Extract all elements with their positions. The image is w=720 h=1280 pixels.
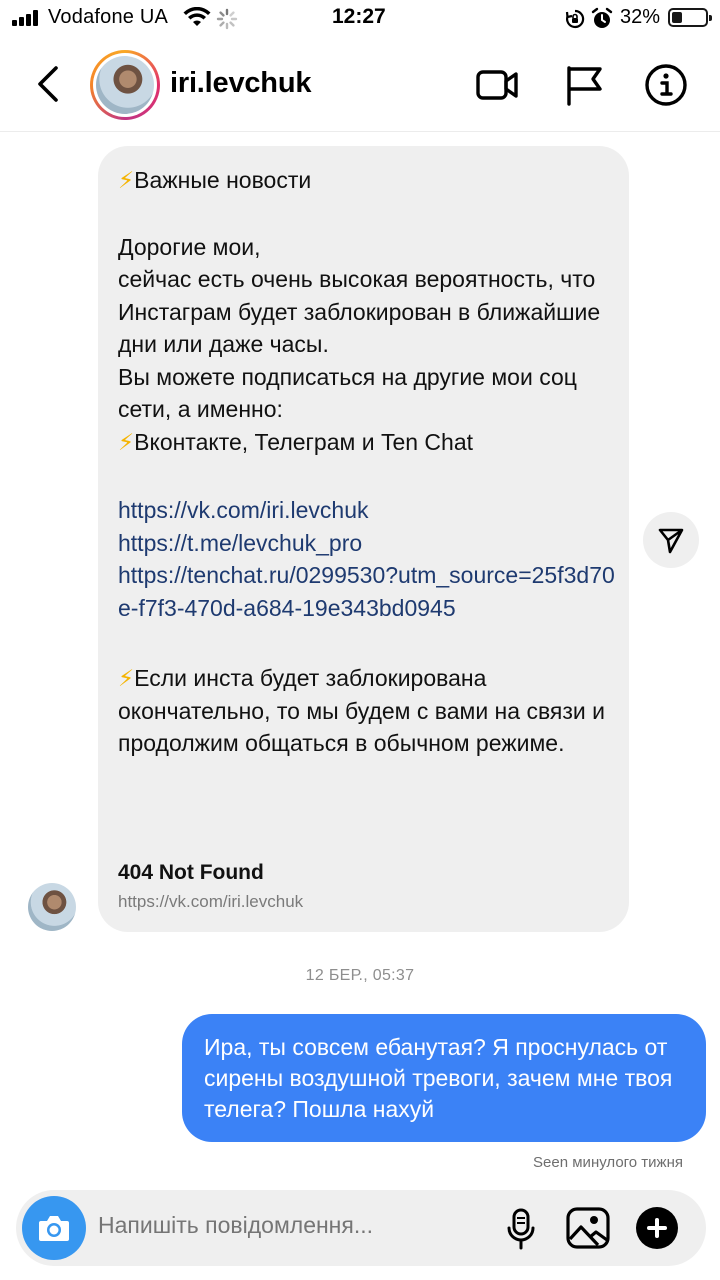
- send-icon: [658, 528, 684, 554]
- message-input[interactable]: [98, 1212, 408, 1239]
- share-button[interactable]: [643, 512, 699, 568]
- message-headline: Важные новости: [134, 167, 312, 193]
- info-icon[interactable]: [643, 62, 689, 108]
- signal-icon: [12, 10, 42, 26]
- plus-icon[interactable]: [636, 1207, 678, 1249]
- camera-icon: [39, 1216, 69, 1241]
- gallery-icon[interactable]: [566, 1207, 610, 1249]
- chat-username[interactable]: iri.levchuk: [170, 67, 311, 100]
- message-composer: [16, 1190, 706, 1266]
- status-time: 12:27: [332, 5, 386, 28]
- link-vk[interactable]: https://vk.com/iri.levchuk: [118, 494, 616, 527]
- alarm-icon: [591, 7, 613, 28]
- microphone-icon[interactable]: [506, 1208, 536, 1250]
- networks-line: Вконтакте, Телеграм и Ten Chat: [134, 428, 474, 455]
- rotation-lock-icon: [565, 9, 585, 29]
- sender-avatar[interactable]: [28, 883, 76, 931]
- incoming-message-text: ⚡Важные новости Дорогие мои, сейчас есть…: [118, 164, 616, 760]
- message-timestamp: 12 БЕР., 05:37: [305, 967, 415, 984]
- outgoing-message-bubble[interactable]: Ира, ты совсем ебанутая? Я проснулась от…: [182, 1014, 706, 1142]
- lightning-emoji: ⚡: [118, 665, 135, 691]
- lightning-emoji: ⚡: [118, 167, 135, 193]
- flag-icon[interactable]: [562, 62, 608, 108]
- battery-percent: 32%: [620, 6, 661, 28]
- status-bar: Vodafone UA 12:27 32%: [0, 0, 720, 38]
- link-preview-url[interactable]: https://vk.com/iri.levchuk: [118, 892, 303, 912]
- profile-avatar[interactable]: [90, 50, 160, 120]
- outgoing-message-text: Ира, ты совсем ебанутая? Я проснулась от…: [204, 1034, 673, 1122]
- loading-spinner-icon: [216, 8, 238, 30]
- message-line: Дорогие мои,: [118, 233, 261, 260]
- link-tenchat[interactable]: https://tenchat.ru/0299530?utm_source=25…: [118, 559, 616, 624]
- wifi-icon: [183, 7, 211, 26]
- closing-text: Если инста будет заблокирована окончател…: [118, 665, 605, 756]
- avatar-photo: [96, 56, 154, 114]
- link-telegram[interactable]: https://t.me/levchuk_pro: [118, 527, 616, 560]
- message-line: сейчас есть очень высокая вероятность, ч…: [118, 266, 601, 357]
- incoming-message-bubble[interactable]: ⚡Важные новости Дорогие мои, сейчас есть…: [98, 146, 629, 932]
- lightning-emoji: ⚡: [118, 428, 135, 455]
- back-chevron-icon[interactable]: [28, 62, 68, 106]
- battery-icon: [668, 8, 712, 27]
- video-call-icon[interactable]: [474, 62, 520, 108]
- camera-button[interactable]: [22, 1196, 86, 1260]
- chat-header: iri.levchuk: [0, 38, 720, 132]
- message-line: Вы можете подписаться на другие мои соц …: [118, 363, 577, 423]
- seen-status: Seen минулого тижня: [533, 1154, 683, 1171]
- link-preview-title[interactable]: 404 Not Found: [118, 861, 264, 885]
- carrier-name: Vodafone UA: [48, 6, 169, 28]
